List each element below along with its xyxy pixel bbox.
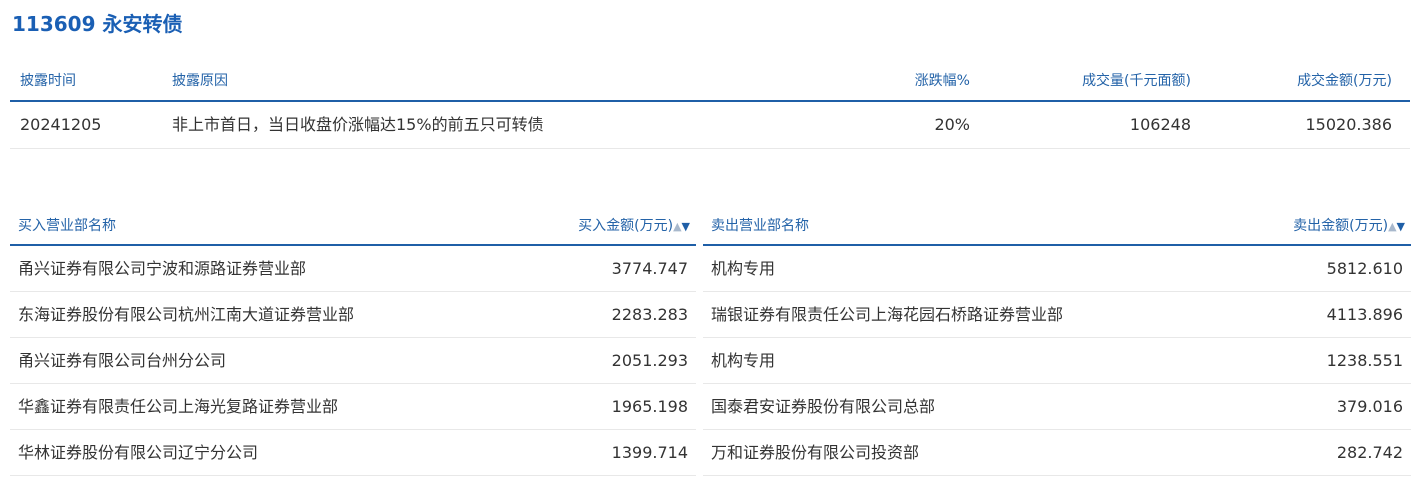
sell-branch-name: 万和证券股份有限公司投资部 (711, 443, 920, 462)
buy-amount: 1399.714 (611, 443, 688, 462)
sell-table: 卖出营业部名称 卖出金额(万元)▲▼ 机构专用 5812.610 瑞银证券有限责… (703, 208, 1411, 476)
buy-table: 买入营业部名称 买入金额(万元)▲▼ 甬兴证券有限公司宁波和源路证券营业部 37… (10, 208, 696, 476)
buy-branch-name: 甬兴证券有限公司宁波和源路证券营业部 (18, 259, 307, 278)
header-buy-amount: 买入金额(万元) (578, 218, 674, 234)
sell-amount: 379.016 (1336, 397, 1403, 416)
header-turnover: 成交金额(万元) (1297, 73, 1392, 89)
buy-amount: 2051.293 (611, 351, 688, 370)
buy-amount: 3774.747 (611, 259, 688, 278)
sell-branch-name: 机构专用 (711, 351, 776, 370)
disclosure-reason: 非上市首日，当日收盘价涨幅达15%的前五只可转债 (172, 115, 544, 134)
buy-amount: 2283.283 (611, 305, 688, 324)
header-disclosure-date: 披露时间 (20, 73, 76, 89)
buy-header-row: 买入营业部名称 买入金额(万元)▲▼ (10, 208, 696, 246)
table-row: 华鑫证券有限责任公司上海光复路证券营业部 1965.198 (10, 384, 696, 430)
sort-descending-icon[interactable]: ▼ (1397, 220, 1405, 233)
sort-descending-icon[interactable]: ▼ (682, 220, 690, 233)
header-sell-amount: 卖出金额(万元) (1293, 218, 1389, 234)
volume: 106248 (1129, 115, 1191, 134)
sell-amount: 282.742 (1336, 443, 1403, 462)
sell-header-row: 卖出营业部名称 卖出金额(万元)▲▼ (703, 208, 1411, 246)
table-row: 国泰君安证券股份有限公司总部 379.016 (703, 384, 1411, 430)
sell-amount: 1238.551 (1326, 351, 1403, 370)
disclosure-date: 20241205 (20, 115, 102, 134)
table-row: 华林证券股份有限公司辽宁分公司 1399.714 (10, 430, 696, 476)
table-row: 东海证券股份有限公司杭州江南大道证券营业部 2283.283 (10, 292, 696, 338)
header-disclosure-reason: 披露原因 (172, 73, 228, 89)
header-sell-branch: 卖出营业部名称 (711, 218, 809, 234)
buy-branch-name: 甬兴证券有限公司台州分公司 (18, 351, 227, 370)
sell-amount: 4113.896 (1326, 305, 1403, 324)
buy-branch-name: 华鑫证券有限责任公司上海光复路证券营业部 (18, 397, 339, 416)
sell-amount: 5812.610 (1326, 259, 1403, 278)
disclosure-header-row: 披露时间 披露原因 涨跌幅% 成交量(千元面额) 成交金额(万元) (10, 62, 1410, 102)
header-volume: 成交量(千元面额) (1082, 73, 1191, 89)
sort-ascending-icon[interactable]: ▲ (1388, 220, 1396, 233)
buy-branch-name: 华林证券股份有限公司辽宁分公司 (18, 443, 259, 462)
table-row: 甬兴证券有限公司宁波和源路证券营业部 3774.747 (10, 246, 696, 292)
sort-ascending-icon[interactable]: ▲ (673, 220, 681, 233)
table-row: 甬兴证券有限公司台州分公司 2051.293 (10, 338, 696, 384)
table-row: 万和证券股份有限公司投资部 282.742 (703, 430, 1411, 476)
table-row: 20241205 非上市首日，当日收盘价涨幅达15%的前五只可转债 20% 10… (10, 102, 1410, 149)
header-buy-branch: 买入营业部名称 (18, 218, 116, 234)
sell-branch-name: 机构专用 (711, 259, 776, 278)
sort-sell-amount-button[interactable]: 卖出金额(万元)▲▼ (1293, 208, 1405, 245)
sell-branch-name: 瑞银证券有限责任公司上海花园石桥路证券营业部 (711, 305, 1064, 324)
change-pct: 20% (934, 115, 970, 134)
turnover: 15020.386 (1305, 115, 1392, 134)
sell-branch-name: 国泰君安证券股份有限公司总部 (711, 397, 936, 416)
table-row: 机构专用 5812.610 (703, 246, 1411, 292)
buy-branch-name: 东海证券股份有限公司杭州江南大道证券营业部 (18, 305, 355, 324)
buy-amount: 1965.198 (611, 397, 688, 416)
header-change-pct: 涨跌幅% (914, 73, 970, 89)
page-title: 113609 永安转债 (12, 12, 183, 36)
sort-buy-amount-button[interactable]: 买入金额(万元)▲▼ (578, 208, 690, 245)
table-row: 瑞银证券有限责任公司上海花园石桥路证券营业部 4113.896 (703, 292, 1411, 338)
disclosure-table: 披露时间 披露原因 涨跌幅% 成交量(千元面额) 成交金额(万元) 202412… (10, 62, 1410, 149)
table-row: 机构专用 1238.551 (703, 338, 1411, 384)
